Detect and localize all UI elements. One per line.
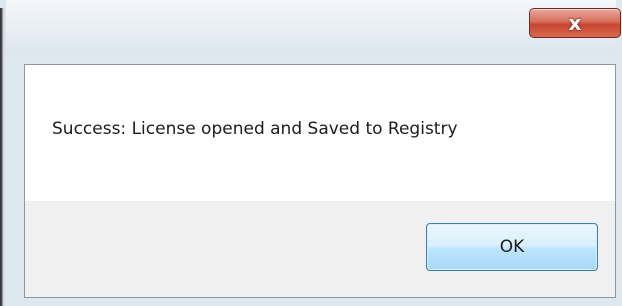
message-text: Success: License opened and Saved to Reg… (52, 119, 458, 139)
dialog-window: x Success: License opened and Saved to R… (0, 0, 622, 306)
button-area: OK (25, 201, 615, 297)
title-bar[interactable]: x (6, 0, 621, 54)
ok-button[interactable]: OK (426, 223, 598, 271)
close-button[interactable]: x (529, 8, 621, 38)
close-icon: x (568, 11, 582, 35)
dialog-content: Success: License opened and Saved to Reg… (24, 64, 616, 298)
message-area: Success: License opened and Saved to Reg… (25, 65, 615, 201)
